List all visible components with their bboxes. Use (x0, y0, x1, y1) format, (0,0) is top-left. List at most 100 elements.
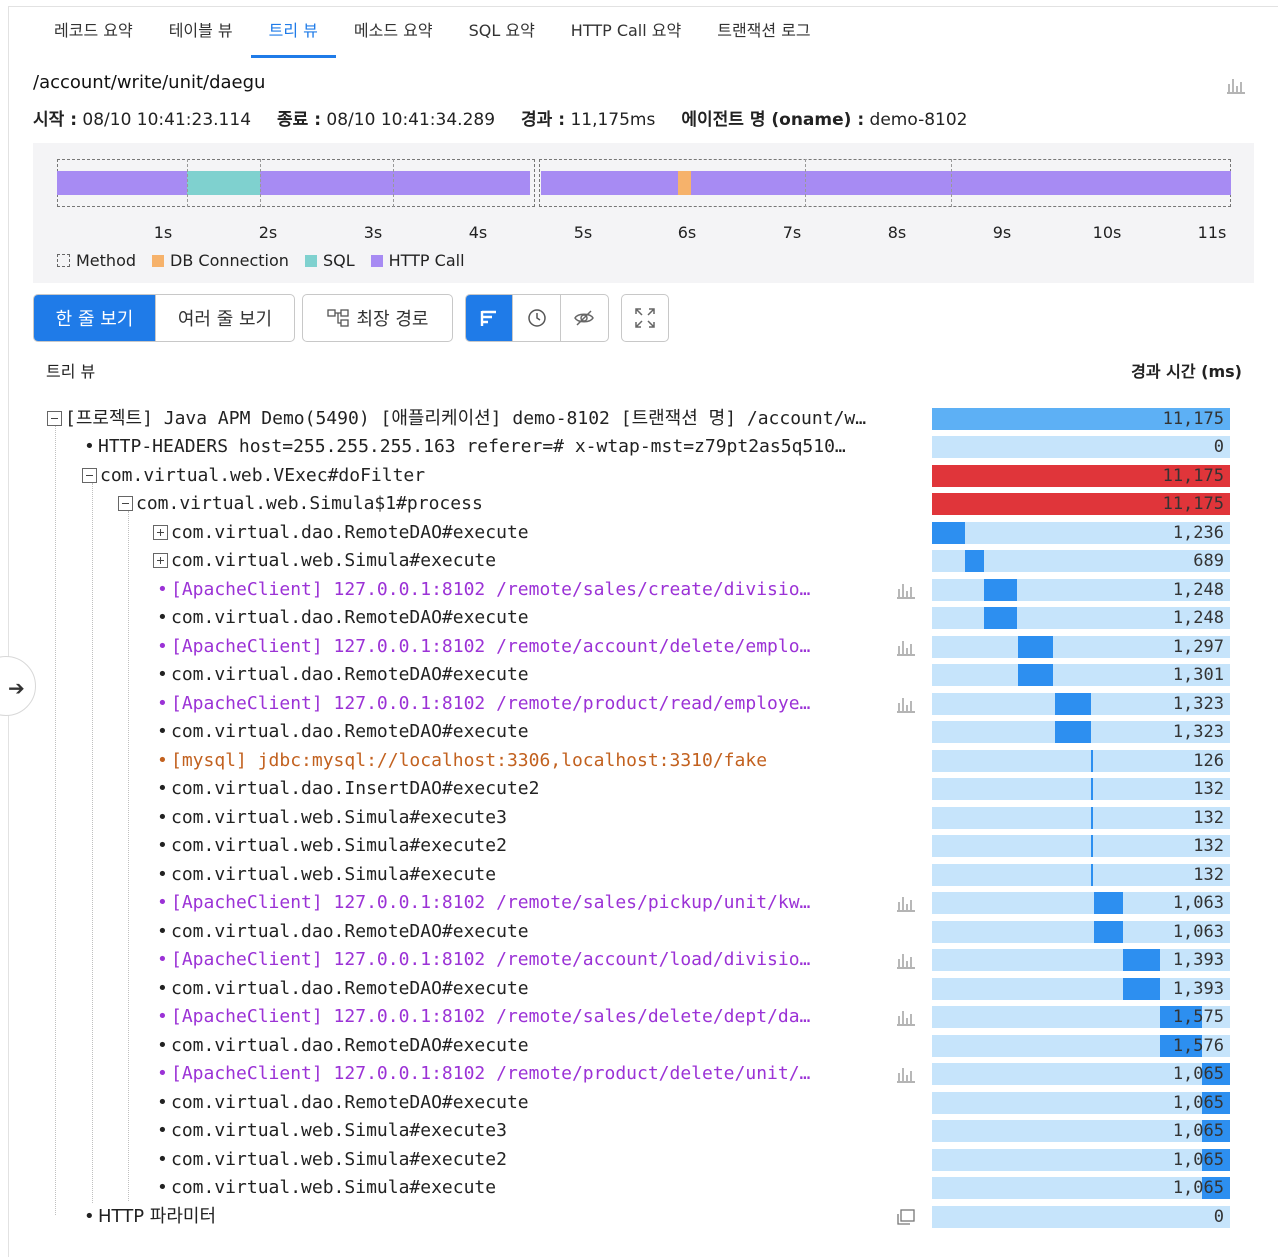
elapsed-value: 1,323 (1172, 722, 1224, 742)
tree-row[interactable]: • [ApacheClient] 127.0.0.1:8102 /remote/p… (0, 690, 1278, 718)
hide-button[interactable] (561, 295, 608, 341)
timeline-tick: 11s (1197, 223, 1227, 242)
tree-row[interactable]: com.virtual.web.Simula#execute 689 (0, 547, 1278, 575)
timeline-tick: 8s (887, 223, 907, 242)
fullscreen-button[interactable] (622, 295, 668, 341)
elapsed-bar: 1,063 (932, 892, 1230, 914)
tree-row[interactable]: • com.virtual.web.Simula#execute3 132 (0, 804, 1278, 832)
elapsed-time-header: 경과 시간 (ms) (1131, 362, 1242, 381)
tree-row[interactable]: • com.virtual.web.Simula#execute2 1,065 (0, 1146, 1278, 1174)
sort-by-order-button[interactable] (466, 295, 514, 341)
tree-row[interactable]: com.virtual.web.VExec#doFilter 11,175 (0, 462, 1278, 490)
tree-row[interactable]: com.virtual.dao.RemoteDAO#execute 1,236 (0, 519, 1278, 547)
node-label: com.virtual.dao.RemoteDAO#execute (171, 921, 529, 942)
tree-row[interactable]: • [ApacheClient] 127.0.0.1:8102 /remote/a… (0, 946, 1278, 974)
tree-row[interactable]: • com.virtual.web.Simula#execute 132 (0, 861, 1278, 889)
tree-row[interactable]: • com.virtual.dao.RemoteDAO#execute 1,065 (0, 1089, 1278, 1117)
bar-chart-icon[interactable] (895, 1008, 917, 1026)
tree-row[interactable]: • com.virtual.web.Simula#execute3 1,065 (0, 1117, 1278, 1145)
timeline-divider (393, 159, 394, 207)
legend-db-connection[interactable]: DB Connection (152, 251, 289, 270)
multi-line-view-button[interactable]: 여러 줄 보기 (156, 295, 294, 341)
legend-http-call[interactable]: HTTP Call (370, 251, 465, 270)
elapsed-value: 132 (1193, 808, 1224, 828)
timeline-http-segment (541, 171, 678, 195)
tree-row[interactable]: • com.virtual.dao.RemoteDAO#execute 1,301 (0, 661, 1278, 689)
sort-by-time-button[interactable] (513, 295, 561, 341)
tab-method-summary[interactable]: 메소드 요약 (336, 8, 451, 58)
tree-row[interactable]: • com.virtual.web.Simula#execute 1,065 (0, 1174, 1278, 1202)
elapsed-bar: 1,297 (932, 636, 1230, 658)
elapsed-value: 1,065 (1172, 1064, 1224, 1084)
longest-path-button[interactable]: 최장 경로 (303, 295, 452, 341)
tree-row[interactable]: • com.virtual.dao.InsertDAO#execute2 132 (0, 775, 1278, 803)
tab-transaction-log[interactable]: 트랜잭션 로그 (699, 8, 828, 58)
bar-chart-icon[interactable] (895, 581, 917, 599)
bar-chart-icon[interactable] (895, 1065, 917, 1083)
expand-icon (635, 308, 655, 328)
bar-chart-icon[interactable] (895, 894, 917, 912)
tree-row[interactable]: • com.virtual.dao.RemoteDAO#execute 1,063 (0, 918, 1278, 946)
tree-row[interactable]: • com.virtual.dao.RemoteDAO#execute 1,248 (0, 604, 1278, 632)
timeline-panel: 1s 2s 3s 4s 5s 6s 7s 8s 9s 10s 11s Metho… (33, 143, 1254, 283)
timeline-db-segment (678, 171, 691, 195)
elapsed-bar: 689 (932, 550, 1230, 572)
bar-chart-icon[interactable] (895, 695, 917, 713)
start-time: 08/10 10:41:23.114 (82, 110, 252, 130)
elapsed-bar: 1,323 (932, 693, 1230, 715)
node-label: com.virtual.dao.RemoteDAO#execute (171, 664, 529, 685)
tree-row[interactable]: • com.virtual.dao.RemoteDAO#execute 1,393 (0, 975, 1278, 1003)
expand-toggle[interactable] (153, 553, 168, 568)
tree-row[interactable]: • HTTP-HEADERS host=255.255.255.163 refer… (0, 433, 1278, 461)
timeline-divider (805, 159, 806, 207)
tree-row[interactable]: • [ApacheClient] 127.0.0.1:8102 /remote/s… (0, 1003, 1278, 1031)
tree-row[interactable]: • [ApacheClient] 127.0.0.1:8102 /remote/s… (0, 889, 1278, 917)
elapsed-bar: 11,175 (932, 465, 1230, 487)
tree-row[interactable]: [프로젝트] Java APM Demo(5490) [애플리케이션] demo… (0, 405, 1278, 433)
elapsed-bar: 132 (932, 807, 1230, 829)
timeline-bars[interactable]: 1s 2s 3s 4s 5s 6s 7s 8s 9s 10s 11s (57, 159, 1231, 242)
tree-row[interactable]: • [ApacheClient] 127.0.0.1:8102 /remote/s… (0, 576, 1278, 604)
tree-row[interactable]: • com.virtual.web.Simula#execute2 132 (0, 832, 1278, 860)
timeline-tick: 5s (573, 223, 593, 242)
elapsed-value: 132 (1193, 836, 1224, 856)
elapsed-bar: 1,248 (932, 579, 1230, 601)
collapse-toggle[interactable] (82, 468, 97, 483)
legend-method[interactable]: Method (57, 251, 136, 270)
collapse-toggle[interactable] (47, 411, 62, 426)
node-label: [ApacheClient] 127.0.0.1:8102 /remote/sa… (171, 892, 811, 913)
elapsed-bar: 1,323 (932, 721, 1230, 743)
tree-row[interactable]: • HTTP 파라미터 0 (0, 1203, 1278, 1231)
elapsed-bar: 1,301 (932, 664, 1230, 686)
expand-toggle[interactable] (153, 525, 168, 540)
legend-sql[interactable]: SQL (304, 251, 355, 270)
elapsed-bar: 0 (932, 1206, 1230, 1228)
arrow-right-icon[interactable]: ➔ (8, 676, 25, 700)
single-line-view-button[interactable]: 한 줄 보기 (34, 295, 156, 341)
elapsed-value: 1,297 (1172, 637, 1224, 657)
tab-sql-summary[interactable]: SQL 요약 (451, 8, 553, 58)
copy-icon[interactable] (895, 1208, 917, 1226)
timeline-divider (260, 159, 261, 207)
tree-row[interactable]: • [ApacheClient] 127.0.0.1:8102 /remote/p… (0, 1060, 1278, 1088)
tab-tree-view[interactable]: 트리 뷰 (250, 8, 337, 58)
tree-row[interactable]: • [mysql] jdbc:mysql://localhost:3306,loc… (0, 747, 1278, 775)
timeline-tick: 2s (258, 223, 278, 242)
elapsed-value: 1,065 (1172, 1093, 1224, 1113)
bar-chart-icon[interactable] (895, 638, 917, 656)
tree-row[interactable]: • [ApacheClient] 127.0.0.1:8102 /remote/a… (0, 633, 1278, 661)
timeline-tick: 6s (677, 223, 697, 242)
tab-record-summary[interactable]: 레코드 요약 (36, 8, 151, 58)
expand-group (621, 294, 669, 342)
tree-row[interactable]: • com.virtual.dao.RemoteDAO#execute 1,576 (0, 1032, 1278, 1060)
timeline-http-segment (691, 171, 1231, 195)
bar-chart-icon[interactable] (895, 951, 917, 969)
tree-row[interactable]: • com.virtual.dao.RemoteDAO#execute 1,323 (0, 718, 1278, 746)
elapsed-value: 0 (1213, 1207, 1224, 1227)
collapse-toggle[interactable] (118, 496, 133, 511)
tree-row[interactable]: com.virtual.web.Simula$1#process 11,175 (0, 490, 1278, 518)
bar-chart-icon[interactable] (1225, 76, 1247, 94)
tab-http-call-summary[interactable]: HTTP Call 요약 (553, 8, 699, 58)
tab-table-view[interactable]: 테이블 뷰 (151, 8, 251, 58)
node-label: com.virtual.dao.RemoteDAO#execute (171, 522, 529, 543)
